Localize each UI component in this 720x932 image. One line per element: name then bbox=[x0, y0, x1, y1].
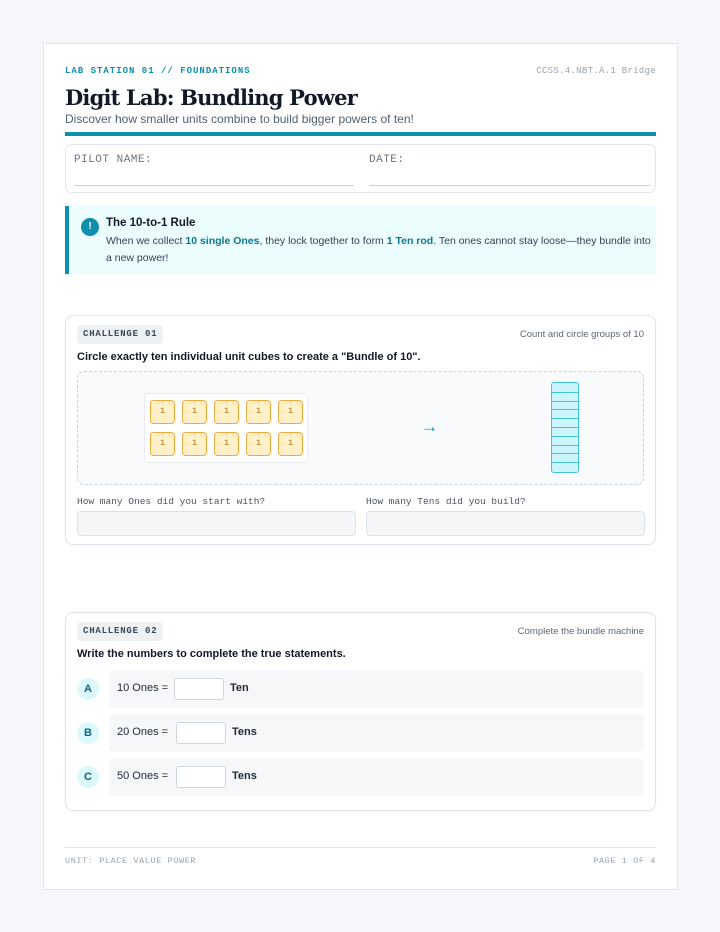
challenge-question: Write the numbers to complete the true s… bbox=[77, 648, 346, 660]
footer-unit-label: UNIT: PLACE VALUE POWER bbox=[65, 856, 197, 866]
unit-cube[interactable]: 1 bbox=[214, 400, 239, 424]
unit-cube[interactable]: 1 bbox=[182, 400, 207, 424]
standard-label: CCSS.4.NBT.A.1 Bridge bbox=[536, 66, 656, 76]
row-letter-badge: B bbox=[77, 722, 99, 744]
rod-segment-divider bbox=[552, 400, 578, 402]
statement-body: 50 Ones = Tens bbox=[109, 758, 644, 796]
rule-highlight-ten-rod: 1 Ten rod bbox=[386, 235, 434, 247]
challenge-badge: CHALLENGE 02 bbox=[77, 622, 164, 641]
row-letter-badge: A bbox=[77, 678, 99, 700]
pilot-name-label: PILOT NAME: bbox=[74, 154, 153, 166]
challenge-hint: Complete the bundle machine bbox=[517, 626, 644, 637]
unit-cube[interactable]: 1 bbox=[246, 432, 271, 456]
rule-title: The 10-to-1 Rule bbox=[106, 217, 196, 229]
bundle-workspace[interactable]: 1111111111 → bbox=[77, 371, 644, 485]
exclamation-icon: ! bbox=[81, 218, 99, 236]
pilot-info-box: PILOT NAME: DATE: bbox=[65, 144, 656, 193]
rod-segment-divider bbox=[552, 427, 578, 428]
date-label: DATE: bbox=[369, 154, 405, 166]
statement-text: 10 Ones = bbox=[117, 682, 169, 694]
unit-cube[interactable]: 1 bbox=[278, 432, 303, 456]
statement-row: A 10 Ones = Ten bbox=[77, 670, 644, 708]
date-field[interactable] bbox=[369, 185, 650, 186]
unit-cube[interactable]: 1 bbox=[278, 400, 303, 424]
rod-segment-divider bbox=[552, 462, 578, 464]
arrow-right-icon: → bbox=[421, 417, 438, 436]
header-meta: LAB STATION 01 // FOUNDATIONS CCSS.4.NBT… bbox=[65, 66, 656, 80]
rod-segment-divider bbox=[552, 409, 578, 411]
ones-answer-input[interactable] bbox=[77, 511, 356, 536]
page-title: Digit Lab: Bundling Power bbox=[65, 85, 358, 110]
footer-page-number: PAGE 1 OF 4 bbox=[593, 856, 656, 866]
statement-unit: Tens bbox=[232, 726, 257, 738]
rule-text-part: When we collect bbox=[106, 235, 186, 247]
statement-row: C 50 Ones = Tens bbox=[77, 758, 644, 796]
rod-segment-divider bbox=[552, 391, 578, 393]
rule-description: When we collect 10 single Ones, they loc… bbox=[106, 233, 654, 267]
statement-body: 20 Ones = Tens bbox=[109, 714, 644, 752]
statement-unit: Ten bbox=[230, 682, 249, 694]
challenge-02-card: CHALLENGE 02 Complete the bundle machine… bbox=[65, 612, 656, 811]
title-divider bbox=[65, 132, 656, 136]
statement-text: 50 Ones = bbox=[117, 770, 169, 782]
rod-segment-divider bbox=[552, 444, 578, 446]
challenge-badge: CHALLENGE 01 bbox=[77, 325, 164, 344]
rod-segment-divider bbox=[552, 435, 578, 437]
rod-segment-divider bbox=[552, 418, 578, 420]
pilot-name-field[interactable] bbox=[74, 185, 354, 186]
challenge-hint: Count and circle groups of 10 bbox=[519, 329, 644, 340]
tens-question-label: How many Tens did you build? bbox=[366, 496, 526, 507]
page-subtitle: Discover how smaller units combine to bu… bbox=[65, 112, 414, 126]
unit-cube[interactable]: 1 bbox=[150, 432, 175, 456]
lab-station-label: LAB STATION 01 // FOUNDATIONS bbox=[65, 66, 251, 76]
row-letter-badge: C bbox=[77, 766, 99, 788]
statement-answer-input[interactable] bbox=[176, 766, 226, 788]
rod-segment-divider bbox=[552, 453, 578, 455]
footer-divider bbox=[65, 847, 656, 848]
worksheet-page: LAB STATION 01 // FOUNDATIONS CCSS.4.NBT… bbox=[43, 43, 678, 890]
ones-question-label: How many Ones did you start with? bbox=[77, 496, 266, 507]
unit-cube[interactable]: 1 bbox=[150, 400, 175, 424]
challenge-01-card: CHALLENGE 01 Count and circle groups of … bbox=[65, 315, 656, 545]
statement-unit: Tens bbox=[232, 770, 257, 782]
statement-text: 20 Ones = bbox=[117, 726, 169, 738]
rule-callout: ! The 10-to-1 Rule When we collect 10 si… bbox=[65, 206, 656, 274]
unit-cube[interactable]: 1 bbox=[214, 432, 239, 456]
unit-cube[interactable]: 1 bbox=[182, 432, 207, 456]
statement-row: B 20 Ones = Tens bbox=[77, 714, 644, 752]
statement-body: 10 Ones = Ten bbox=[109, 670, 644, 708]
rule-text-part: , they lock together to form bbox=[259, 235, 387, 247]
ten-rod bbox=[551, 382, 579, 473]
unit-cube-tray[interactable]: 1111111111 bbox=[144, 393, 308, 463]
tens-answer-input[interactable] bbox=[366, 511, 645, 536]
statement-answer-input[interactable] bbox=[174, 678, 224, 700]
unit-cube[interactable]: 1 bbox=[246, 400, 271, 424]
statement-answer-input[interactable] bbox=[176, 722, 226, 744]
challenge-question: Circle exactly ten individual unit cubes… bbox=[77, 351, 421, 363]
rule-highlight-ones: 10 single Ones bbox=[185, 235, 260, 247]
